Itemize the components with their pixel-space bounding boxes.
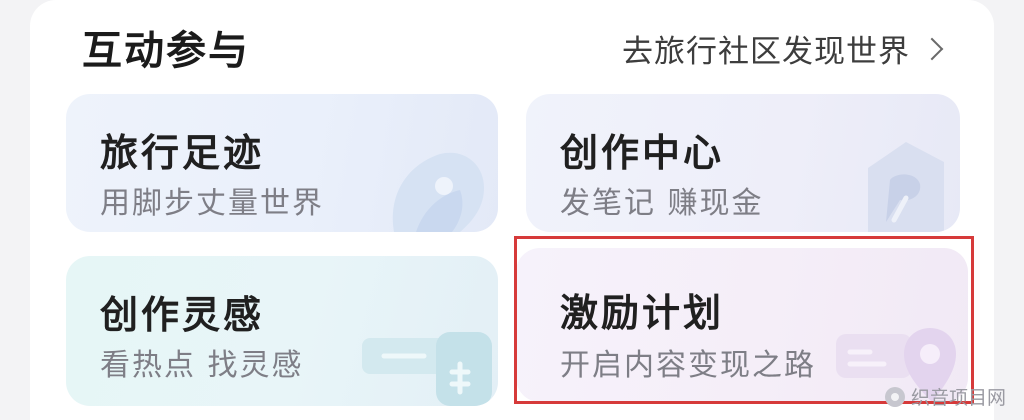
card-incentive-plan[interactable]: 激励计划 开启内容变现之路 <box>516 248 968 402</box>
watermark-logo-icon <box>884 386 905 407</box>
card-subtitle: 发笔记 赚现金 <box>560 186 764 221</box>
pen-nib-icon <box>868 142 944 232</box>
card-subtitle: 看热点 找灵感 <box>100 348 304 383</box>
card-creation-inspiration[interactable]: 创作灵感 看热点 找灵感 <box>66 256 498 406</box>
card-subtitle: 开启内容变现之路 <box>560 348 816 383</box>
community-icon <box>362 332 492 406</box>
travel-community-link[interactable]: 去旅行社区发现世界 <box>622 26 944 71</box>
card-title: 创作中心 <box>560 131 725 175</box>
card-title: 旅行足迹 <box>100 131 265 175</box>
chevron-right-icon <box>920 37 944 60</box>
watermark: 织音项目网 <box>884 383 1006 410</box>
card-title: 创作灵感 <box>100 293 265 337</box>
card-title: 激励计划 <box>560 291 725 335</box>
card-creation-center[interactable]: 创作中心 发笔记 赚现金 <box>526 94 960 232</box>
card-travel-footprint[interactable]: 旅行足迹 用脚步丈量世界 <box>66 94 498 232</box>
watermark-text: 织音项目网 <box>910 387 1006 409</box>
footprint-pin-icon <box>392 152 484 232</box>
card-subtitle: 用脚步丈量世界 <box>100 186 324 221</box>
travel-community-link-label: 去旅行社区发现世界 <box>622 34 910 70</box>
section-title: 互动参与 <box>82 28 250 74</box>
